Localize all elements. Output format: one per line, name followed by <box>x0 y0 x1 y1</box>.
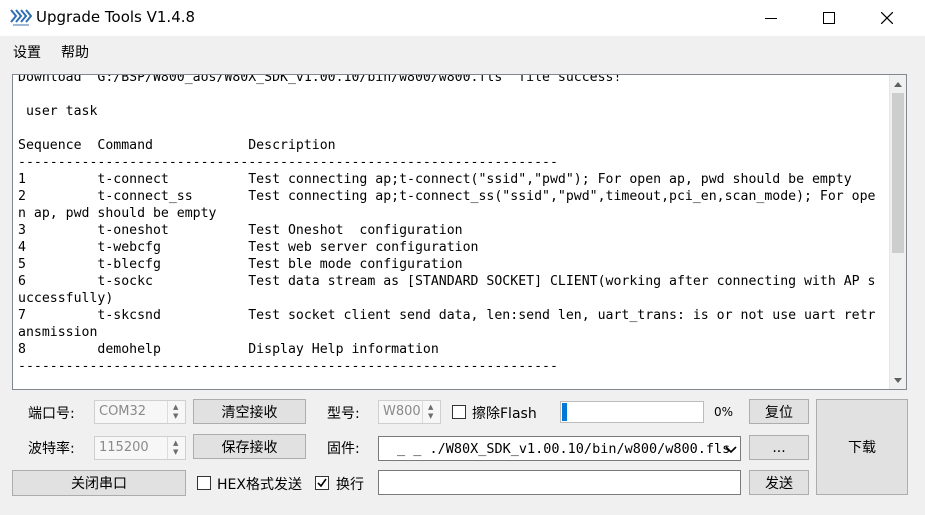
send-text-input[interactable] <box>378 470 741 495</box>
hex-send-checkbox[interactable] <box>197 476 211 490</box>
newline-label: 换行 <box>336 477 364 493</box>
spin-arrows-icon[interactable]: ▲ ▼ <box>422 401 440 423</box>
save-receive-button[interactable]: 保存接收 <box>193 434 306 459</box>
close-button[interactable] <box>864 0 910 36</box>
browse-button[interactable]: ... <box>749 435 809 460</box>
erase-flash-checkbox[interactable] <box>452 405 466 419</box>
baud-spinbox[interactable]: 115200 ▲ ▼ <box>94 436 186 460</box>
window-title: Upgrade Tools V1.4.8 <box>36 8 196 26</box>
menu-bar: 设置 帮助 <box>0 36 925 64</box>
scroll-down-icon[interactable] <box>890 372 906 388</box>
close-port-button[interactable]: 关闭串口 <box>12 470 186 496</box>
scrollbar-thumb[interactable] <box>892 93 904 253</box>
model-label: 型号: <box>327 406 360 422</box>
menu-settings[interactable]: 设置 <box>13 42 41 62</box>
clear-receive-button[interactable]: 清空接收 <box>193 399 306 424</box>
baud-value: 115200 <box>99 440 149 455</box>
reset-button[interactable]: 复位 <box>749 399 809 424</box>
spin-arrows-icon[interactable]: ▲ ▼ <box>167 437 185 459</box>
title-bar[interactable]: Upgrade Tools V1.4.8 <box>0 0 925 36</box>
spin-arrows-icon[interactable]: ▲ ▼ <box>167 401 185 423</box>
hex-send-label: HEX格式发送 <box>217 477 302 493</box>
progress-fill <box>562 403 567 421</box>
progress-percent: 0% <box>714 405 734 419</box>
firmware-path-value: _ _ ./W80X_SDK_v1.00.10/bin/w800/w800.fl… <box>397 441 731 457</box>
vertical-scrollbar[interactable] <box>889 75 906 389</box>
console-output[interactable]: Download G:/BSP/W800_aos/W80X_SDK_v1.00.… <box>12 74 907 390</box>
maximize-button[interactable] <box>806 0 852 36</box>
menu-help[interactable]: 帮助 <box>61 42 89 62</box>
port-value: COM32 <box>99 404 147 419</box>
chevron-down-icon[interactable] <box>724 442 738 456</box>
model-value: W800 <box>383 404 421 419</box>
maximize-icon <box>823 12 835 24</box>
console-text: Download G:/BSP/W800_aos/W80X_SDK_v1.00.… <box>18 74 876 374</box>
baud-label: 波特率: <box>28 441 75 457</box>
app-logo-icon <box>10 9 32 26</box>
scroll-up-icon[interactable] <box>890 76 906 92</box>
port-label: 端口号: <box>28 406 75 422</box>
firmware-label: 固件: <box>327 441 360 457</box>
model-spinbox[interactable]: W800 ▲ ▼ <box>378 400 441 424</box>
checkmark-icon <box>317 478 327 488</box>
close-icon <box>881 12 893 24</box>
newline-checkbox[interactable] <box>315 476 329 490</box>
port-spinbox[interactable]: COM32 ▲ ▼ <box>94 400 186 424</box>
send-button[interactable]: 发送 <box>749 470 809 495</box>
download-progress-bar <box>560 401 704 423</box>
minimize-button[interactable] <box>748 0 794 36</box>
firmware-path-combobox[interactable]: _ _ ./W80X_SDK_v1.00.10/bin/w800/w800.fl… <box>378 436 741 461</box>
minimize-icon <box>765 18 777 19</box>
erase-flash-label: 擦除Flash <box>472 406 537 422</box>
download-button[interactable]: 下载 <box>816 399 908 495</box>
